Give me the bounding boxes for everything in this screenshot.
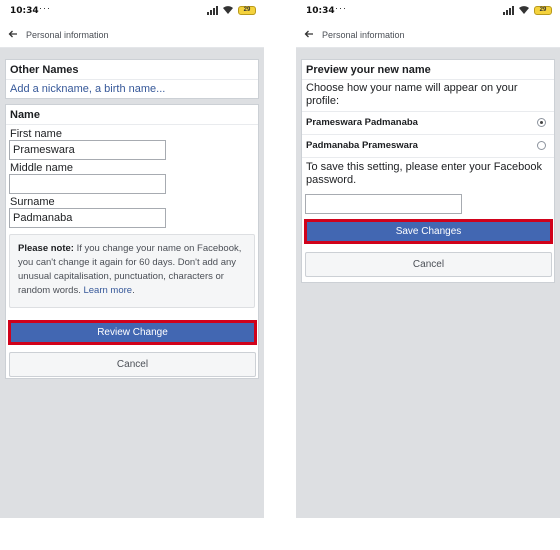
app-bar: Personal information bbox=[0, 22, 264, 48]
divider bbox=[6, 79, 258, 80]
radio-selected-icon[interactable] bbox=[537, 118, 546, 127]
wifi-icon bbox=[223, 6, 233, 14]
first-name-label: First name bbox=[10, 128, 62, 140]
signal-icon bbox=[207, 6, 218, 15]
back-arrow-icon[interactable] bbox=[304, 29, 314, 39]
battery-icon: 29 bbox=[534, 6, 552, 15]
status-bar: 10:34 ··· 29 bbox=[0, 0, 264, 22]
notification-dots: ··· bbox=[39, 3, 51, 13]
cancel-button[interactable]: Cancel bbox=[305, 252, 552, 277]
notification-dots: ··· bbox=[335, 3, 347, 13]
surname-label: Surname bbox=[10, 196, 55, 208]
app-bar: Personal information bbox=[296, 22, 560, 48]
divider bbox=[302, 79, 554, 80]
other-names-title: Other Names bbox=[10, 64, 79, 76]
password-prompt: To save this setting, please enter your … bbox=[306, 161, 543, 186]
note-bold-label: Please note: bbox=[18, 243, 74, 254]
name-change-note: Please note: If you change your name on … bbox=[9, 234, 255, 308]
page-title: Personal information bbox=[322, 30, 405, 40]
review-change-button[interactable]: Review Change bbox=[8, 320, 257, 345]
save-changes-button[interactable]: Save Changes bbox=[304, 219, 553, 244]
preview-title: Preview your new name bbox=[306, 64, 431, 76]
battery-icon: 29 bbox=[238, 6, 256, 15]
surname-input[interactable] bbox=[9, 208, 166, 228]
middle-name-input[interactable] bbox=[9, 174, 166, 194]
back-arrow-icon[interactable] bbox=[8, 29, 18, 39]
page-title: Personal information bbox=[26, 30, 109, 40]
name-option-label: Padmanaba Prameswara bbox=[306, 140, 418, 151]
password-input[interactable] bbox=[305, 194, 462, 214]
cancel-button[interactable]: Cancel bbox=[9, 352, 256, 377]
radio-unselected-icon[interactable] bbox=[537, 141, 546, 150]
divider bbox=[6, 124, 258, 125]
left-phone-screen: 10:34 ··· 29 Personal information Other … bbox=[0, 0, 264, 518]
add-nickname-link[interactable]: Add a nickname, a birth name... bbox=[10, 83, 165, 95]
other-names-card: Other Names Add a nickname, a birth name… bbox=[5, 59, 259, 99]
name-card: Name First name Middle name Surname Plea… bbox=[5, 104, 259, 379]
status-time: 10:34 bbox=[10, 6, 39, 16]
middle-name-label: Middle name bbox=[10, 162, 73, 174]
preview-name-card: Preview your new name Choose how your na… bbox=[301, 59, 555, 283]
name-option-label: Prameswara Padmanaba bbox=[306, 117, 418, 128]
right-phone-screen: 10:34 ··· 29 Personal information Previe… bbox=[296, 0, 560, 518]
learn-more-link[interactable]: Learn more bbox=[83, 285, 132, 296]
wifi-icon bbox=[519, 6, 529, 14]
preview-description: Choose how your name will appear on your… bbox=[306, 82, 518, 107]
divider bbox=[302, 157, 554, 158]
note-suffix: . bbox=[132, 285, 135, 296]
status-time: 10:34 bbox=[306, 6, 335, 16]
name-section-title: Name bbox=[10, 109, 40, 121]
status-bar: 10:34 ··· 29 bbox=[296, 0, 560, 22]
name-option-2[interactable]: Padmanaba Prameswara bbox=[302, 135, 554, 157]
signal-icon bbox=[503, 6, 514, 15]
first-name-input[interactable] bbox=[9, 140, 166, 160]
name-option-1[interactable]: Prameswara Padmanaba bbox=[302, 112, 554, 134]
